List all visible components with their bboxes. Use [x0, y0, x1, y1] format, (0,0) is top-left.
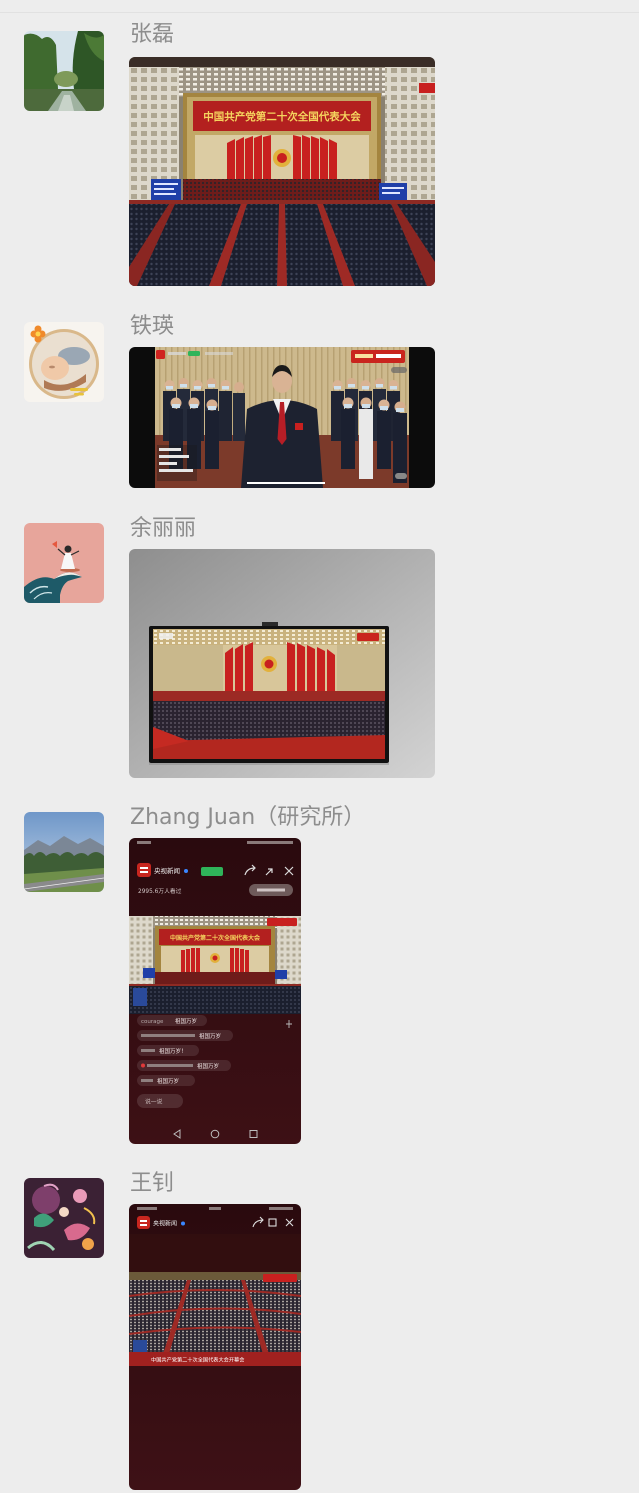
follow-badge [201, 867, 223, 876]
baby-photo-avatar[interactable] [24, 322, 104, 402]
audience [129, 200, 435, 286]
channel-logo-icon [137, 1216, 150, 1229]
viewer-count: 2995.6万人看过 [138, 887, 182, 895]
sender-name: 铁瑛 [130, 314, 175, 339]
livestream-video: 中国共产党第二十次全国代表大会 [129, 916, 301, 1014]
comment-input-placeholder: 说一说 [145, 1098, 163, 1106]
sender-name: 张磊 [130, 22, 175, 47]
svg-text:祖国万岁: 祖国万岁 [199, 1032, 221, 1040]
channel-name: 央视新闻 [154, 866, 180, 875]
comment-item: courage 祖国万岁 [137, 1015, 207, 1026]
channel-name: 央视新闻 [153, 1220, 177, 1228]
verified-icon [181, 1221, 185, 1226]
television [149, 626, 389, 763]
svg-text:祖国万岁！: 祖国万岁！ [159, 1047, 187, 1055]
livestream-video: 中国共产党第二十次全国代表大会开幕会 [129, 1272, 301, 1366]
verified-icon [184, 869, 188, 873]
image-message-great-hall[interactable]: 中国共产党第二十次全国代表大会 [129, 57, 435, 286]
image-message-video-screenshot[interactable] [129, 347, 435, 488]
sender-name: Zhang Juan（研究所） [130, 805, 366, 830]
channel-logo-icon [137, 863, 151, 877]
comment-input: 说一说 [137, 1094, 183, 1108]
image-message-tv-photo[interactable] [129, 549, 435, 778]
party-emblem [273, 149, 291, 167]
comment-item: 祖国万岁 [137, 1030, 233, 1041]
svg-text:祖国万岁: 祖国万岁 [157, 1077, 179, 1085]
channel-badge [263, 1274, 297, 1282]
video-caption: 中国共产党第二十次全国代表大会开幕会 [151, 1356, 244, 1364]
svg-text:祖国万岁: 祖国万岁 [175, 1017, 197, 1025]
image-message-livestream-screenshot[interactable]: 央视新闻 2995.6万人看过 中国共产党第二十次全国代表大会 courage … [129, 838, 301, 1144]
sender-name: 余丽丽 [130, 516, 197, 541]
presidium [183, 179, 381, 201]
banner-text: 中国共产党第二十次全国代表大会 [170, 934, 261, 942]
wave-girl-illustration-avatar[interactable] [24, 523, 104, 603]
sender-name: 王钊 [130, 1171, 175, 1196]
image-message-livestream-screenshot[interactable]: 央视新闻 中国共产党第二十次全国代表大会开幕会 [129, 1204, 301, 1490]
comment-item: 祖国万岁 [137, 1075, 195, 1086]
floral-illustration-avatar[interactable] [24, 1178, 104, 1258]
top-divider [0, 12, 639, 13]
river-landscape-avatar[interactable] [24, 31, 104, 111]
mountain-road-avatar[interactable] [24, 812, 104, 892]
svg-text:祖国万岁: 祖国万岁 [197, 1062, 219, 1070]
svg-text:courage: courage [141, 1019, 164, 1025]
banner-text: 中国共产党第二十次全国代表大会 [203, 110, 361, 123]
comment-item: 祖国万岁 [137, 1060, 231, 1071]
comment-item: 祖国万岁！ [137, 1045, 199, 1056]
